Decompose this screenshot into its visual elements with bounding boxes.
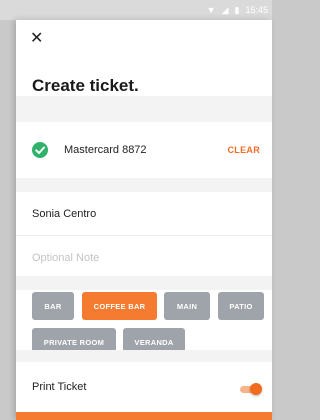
section-gap [16, 350, 272, 362]
page-title: Create ticket. [32, 76, 139, 95]
close-icon[interactable]: ✕ [30, 28, 50, 48]
card-label: Mastercard 8872 [64, 144, 147, 156]
payment-row: Mastercard 8872 CLEAR [16, 122, 272, 178]
tag-bar[interactable]: BAR [32, 292, 74, 320]
note-row [16, 236, 272, 276]
toggle-knob [250, 383, 262, 395]
section-gap [16, 96, 272, 122]
print-ticket-label: Print Ticket [32, 381, 87, 393]
section-gap [16, 276, 272, 290]
print-ticket-row: Print Ticket [16, 362, 272, 412]
tag-main[interactable]: MAIN [164, 292, 210, 320]
battery-icon: ▮ [234, 4, 240, 15]
status-time: 15:45 [245, 5, 268, 15]
submit-bar[interactable] [16, 412, 272, 420]
customer-name: Sonia Centro [32, 208, 97, 220]
optional-note-input[interactable] [32, 250, 252, 266]
tag-patio[interactable]: PATIO [218, 292, 264, 320]
wifi-icon: ▼ [206, 4, 216, 15]
section-gap [16, 178, 272, 192]
tag-coffee-bar[interactable]: COFFEE BAR [82, 292, 157, 320]
check-circle-icon [32, 142, 48, 158]
status-bar: ▼ ◢ ▮ 15:45 [0, 0, 272, 20]
create-ticket-sheet: ✕ Create ticket. Mastercard 8872 CLEAR S… [16, 20, 272, 420]
name-row[interactable]: Sonia Centro [16, 192, 272, 236]
print-ticket-toggle[interactable] [240, 383, 262, 395]
signal-icon: ◢ [221, 4, 229, 15]
clear-button[interactable]: CLEAR [228, 143, 261, 157]
